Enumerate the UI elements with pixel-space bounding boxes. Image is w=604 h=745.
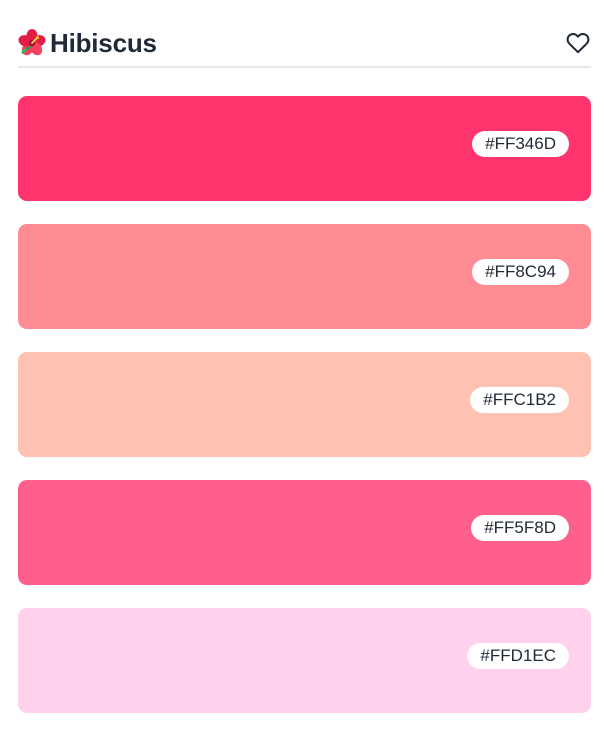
color-swatch[interactable]: #FFD1EC [18, 608, 591, 713]
color-swatch-list: #FF346D #FF8C94 #FFC1B2 #FF5F8D #FFD1EC [18, 96, 591, 736]
heart-outline-icon [566, 31, 590, 55]
hibiscus-flower-icon [18, 29, 46, 57]
palette-title: Hibiscus [50, 27, 157, 58]
hex-code-label[interactable]: #FF5F8D [471, 515, 569, 541]
hex-code-label[interactable]: #FF8C94 [472, 259, 569, 285]
hex-code-label[interactable]: #FFC1B2 [470, 387, 569, 413]
color-swatch[interactable]: #FF346D [18, 96, 591, 201]
palette-page: Hibiscus #FF346D #FF8C94 #FFC1B2 #FF5F8D… [0, 0, 604, 745]
hex-code-label[interactable]: #FFD1EC [467, 643, 569, 669]
color-swatch[interactable]: #FF8C94 [18, 224, 591, 329]
palette-header: Hibiscus [18, 24, 591, 68]
color-swatch[interactable]: #FF5F8D [18, 480, 591, 585]
hex-code-label[interactable]: #FF346D [472, 131, 569, 157]
favorite-button[interactable] [565, 30, 591, 56]
color-swatch[interactable]: #FFC1B2 [18, 352, 591, 457]
title-group: Hibiscus [18, 27, 157, 59]
